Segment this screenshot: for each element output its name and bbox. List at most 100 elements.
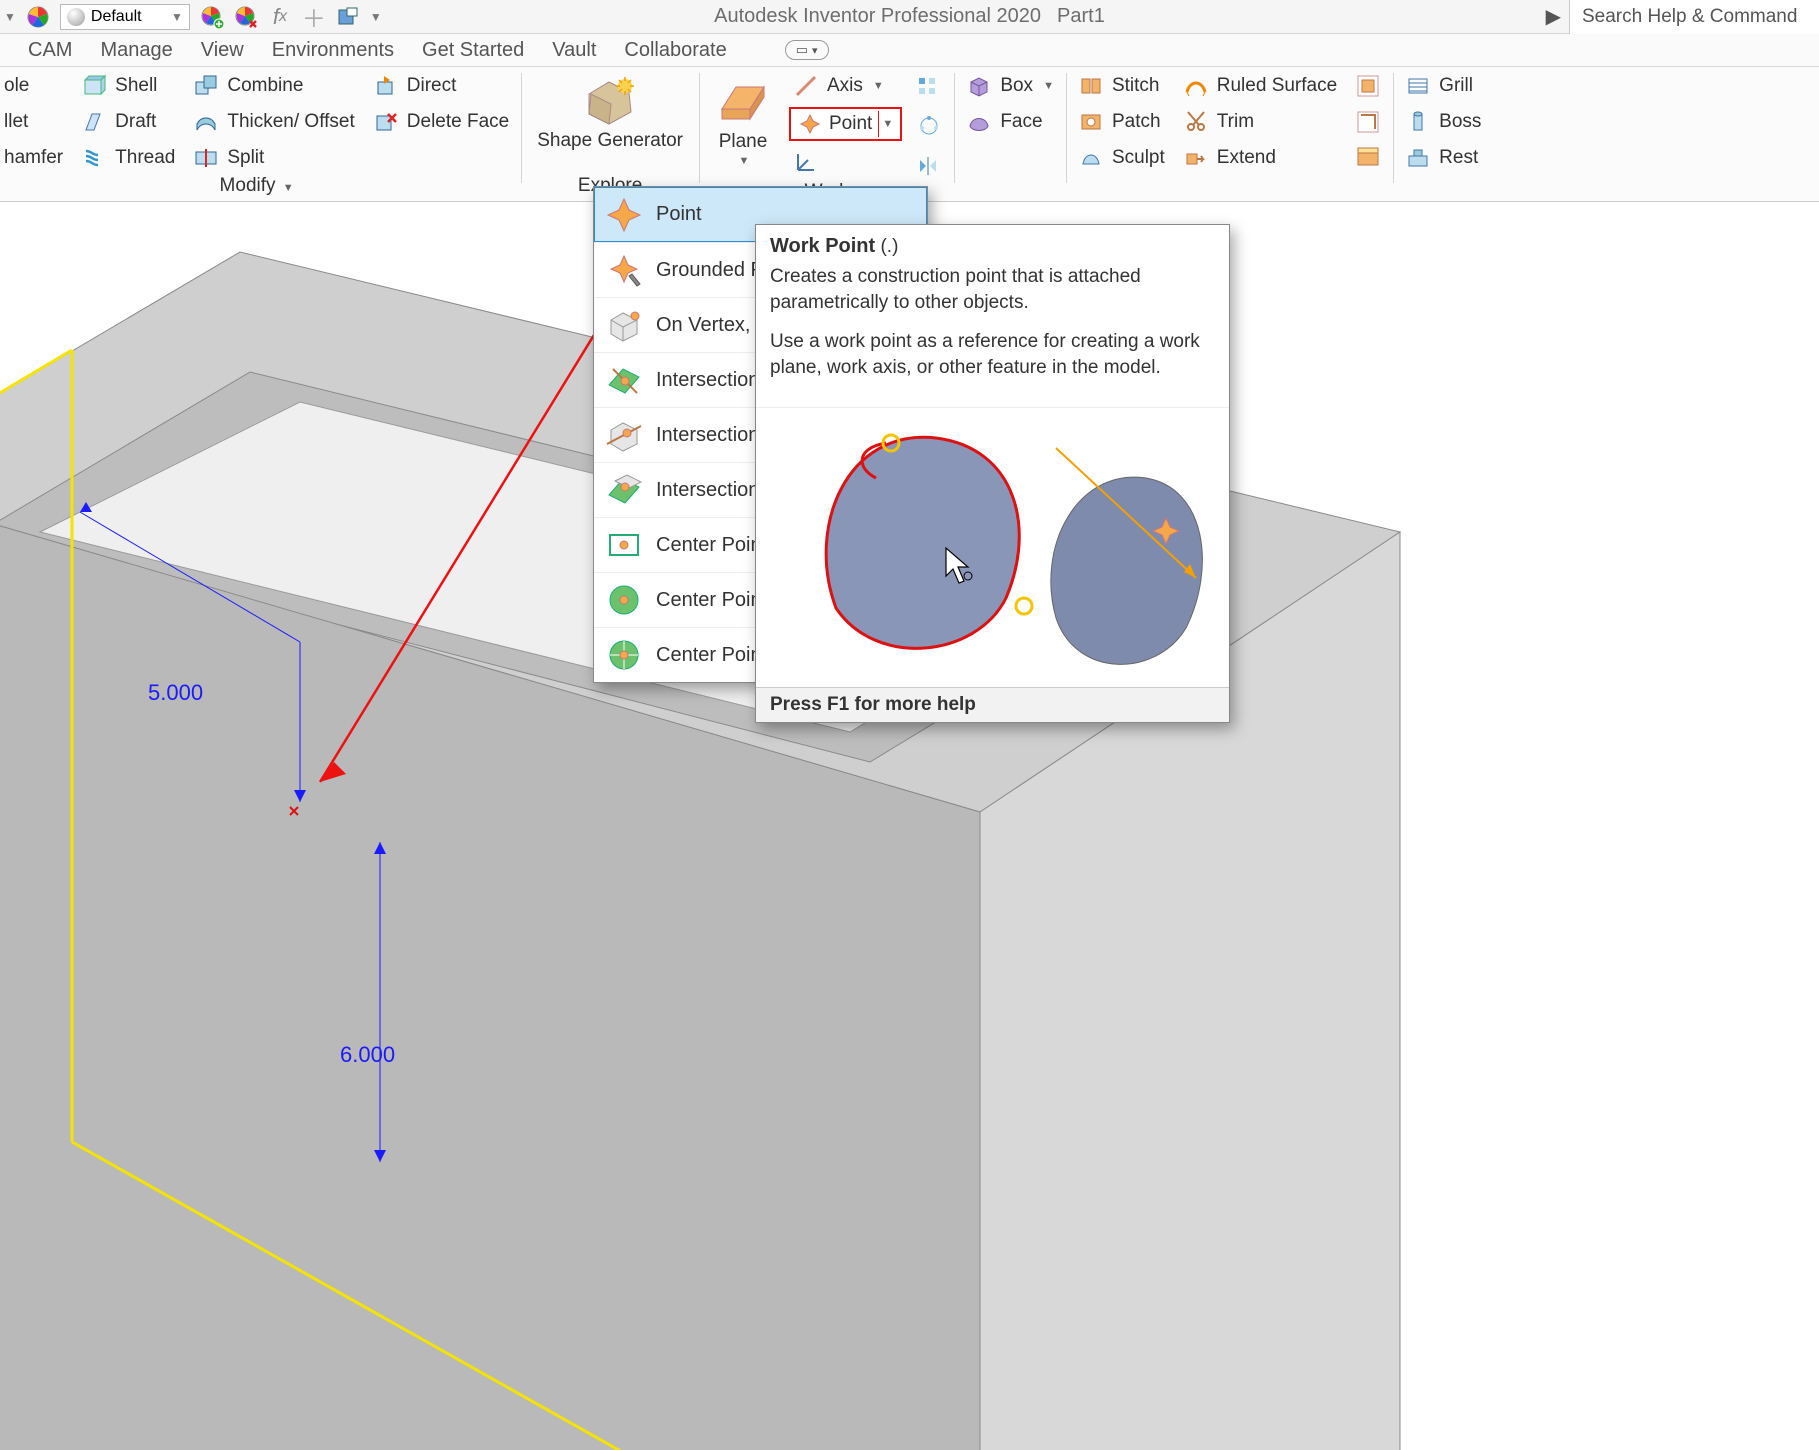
surface-misc1[interactable] [1351, 71, 1385, 101]
tooltip-para1: Creates a construction point that is att… [770, 264, 1215, 315]
dimension-2[interactable]: 6.000 [340, 1042, 395, 1068]
pattern-circ-icon [916, 113, 942, 139]
sculpt-icon [1078, 145, 1104, 171]
tab-environments[interactable]: Environments [272, 39, 394, 62]
draft-icon [81, 109, 107, 135]
trim-button[interactable]: Trim [1179, 107, 1341, 137]
tab-vault[interactable]: Vault [552, 39, 596, 62]
box-button[interactable]: Box ▼ [962, 71, 1058, 101]
intersection2-icon [604, 415, 644, 455]
material-selector[interactable]: Default ▼ [60, 4, 190, 30]
tab-get-started[interactable]: Get Started [422, 39, 524, 62]
draft-button[interactable]: Draft [77, 107, 179, 137]
intersection3-icon [604, 470, 644, 510]
title-center: Autodesk Inventor Professional 2020 Part… [714, 5, 1105, 28]
rest-button[interactable]: Rest [1401, 143, 1485, 173]
plane-button[interactable]: Plane ▼ [707, 71, 779, 169]
grill-button[interactable]: Grill [1401, 71, 1485, 101]
trim-icon [1183, 109, 1209, 135]
thread-icon [81, 145, 107, 171]
tooltip-header: Work Point (.) [756, 225, 1229, 262]
hole-button[interactable]: ole [0, 71, 67, 101]
chevron-down-icon: ▼ [171, 10, 183, 24]
stitch-icon [1078, 73, 1104, 99]
appearance-override-icon[interactable] [200, 5, 224, 29]
panel-explore: Shape Generator Explore [521, 67, 699, 201]
patch-button[interactable]: Patch [1074, 107, 1169, 137]
tab-cam[interactable]: CAM [28, 39, 72, 62]
panel-modify: ole llet hamfer Shell Draft Thread Combi… [0, 67, 521, 201]
combine-button[interactable]: Combine [189, 71, 358, 101]
title-bar: ▼ Default ▼ fx ＋ ▼ Autodesk Inventor Pro… [0, 0, 1819, 34]
plane-label: Plane [719, 131, 768, 153]
material-name: Default [91, 8, 142, 26]
point-dropdown-split[interactable]: ▼ [878, 111, 894, 137]
tooltip-body: Creates a construction point that is att… [756, 262, 1229, 407]
thread-button[interactable]: Thread [77, 143, 179, 173]
thicken-button[interactable]: Thicken/ Offset [189, 107, 358, 137]
axis-button[interactable]: Axis ▼ [789, 71, 902, 101]
delete-face-button[interactable]: Delete Face [369, 107, 513, 137]
surface-misc3[interactable] [1351, 143, 1385, 173]
qat-more-icon[interactable]: ▼ [370, 10, 382, 24]
mirror-button[interactable] [912, 151, 946, 181]
settings-panel-icon[interactable] [336, 5, 360, 29]
direct-button[interactable]: Direct [369, 71, 513, 101]
shell-icon [81, 73, 107, 99]
document-name: Part1 [1057, 5, 1105, 28]
shape-generator-label: Shape Generator [537, 131, 683, 152]
boss-button[interactable]: Boss [1401, 107, 1485, 137]
surface-misc2-icon [1355, 109, 1381, 135]
appearance-clear-icon[interactable] [234, 5, 258, 29]
expand-search-icon[interactable]: ▶ [1546, 4, 1561, 29]
tab-view[interactable]: View [201, 39, 244, 62]
vertex-cube-icon [604, 305, 644, 345]
delete-face-icon [373, 109, 399, 135]
ucs-button[interactable] [789, 147, 902, 177]
ruled-surface-icon [1183, 73, 1209, 99]
surface-misc2[interactable] [1351, 107, 1385, 137]
sculpt-button2[interactable]: Sculpt [1074, 143, 1169, 173]
tab-collaborate[interactable]: Collaborate [624, 39, 726, 62]
extend-button[interactable]: Extend [1179, 143, 1341, 173]
face-button[interactable]: Face [962, 107, 1058, 137]
pattern-rect-button[interactable] [912, 71, 946, 101]
ribbon-display-toggle[interactable]: ▭ ▾ [785, 40, 829, 60]
quick-access-toolbar: ▼ Default ▼ fx ＋ ▼ [0, 4, 382, 30]
tooltip-para2: Use a work point as a reference for crea… [770, 329, 1215, 380]
intersection1-icon [604, 360, 644, 400]
grill-icon [1405, 73, 1431, 99]
point-icon [797, 111, 823, 137]
shell-button[interactable]: Shell [77, 71, 179, 101]
chevron-down-icon: ▼ [739, 155, 750, 167]
plus-icon[interactable]: ＋ [302, 5, 326, 29]
direct-icon [373, 73, 399, 99]
ribbon: ole llet hamfer Shell Draft Thread Combi… [0, 67, 1819, 202]
combine-icon [193, 73, 219, 99]
panel-freeform: Box ▼ Face [954, 67, 1066, 201]
shape-generator-icon [582, 73, 638, 129]
ruled-surface-button[interactable]: Ruled Surface [1179, 71, 1341, 101]
point-button[interactable]: Point ▼ [789, 107, 902, 141]
surface-misc1-icon [1355, 73, 1381, 99]
point-star-icon [604, 195, 644, 235]
center1-icon [604, 525, 644, 565]
tab-manage[interactable]: Manage [100, 39, 172, 62]
grounded-point-icon [604, 250, 644, 290]
search-input[interactable]: Search Help & Command [1569, 0, 1819, 34]
split-button[interactable]: Split [189, 143, 358, 173]
fillet-button[interactable]: llet [0, 107, 67, 137]
dimension-1[interactable]: 5.000 [148, 680, 203, 706]
qat-dropdown-icon[interactable]: ▼ [4, 10, 16, 24]
panel-modify-label[interactable]: Modify ▼ [0, 175, 513, 199]
plane-icon [715, 73, 771, 129]
chamfer-button[interactable]: hamfer [0, 143, 67, 173]
point-label: Point [829, 113, 872, 135]
color-wheel-icon[interactable] [26, 5, 50, 29]
shape-generator-button[interactable]: Shape Generator [529, 71, 691, 154]
fx-parameters-icon[interactable]: fx [268, 5, 292, 29]
pattern-circ-button[interactable] [912, 111, 946, 141]
stitch-button[interactable]: Stitch [1074, 71, 1169, 101]
panel-surface: Stitch Patch Sculpt Ruled Surface Trim E… [1066, 67, 1393, 201]
ribbon-tabs: CAM Manage View Environments Get Started… [0, 34, 1819, 67]
